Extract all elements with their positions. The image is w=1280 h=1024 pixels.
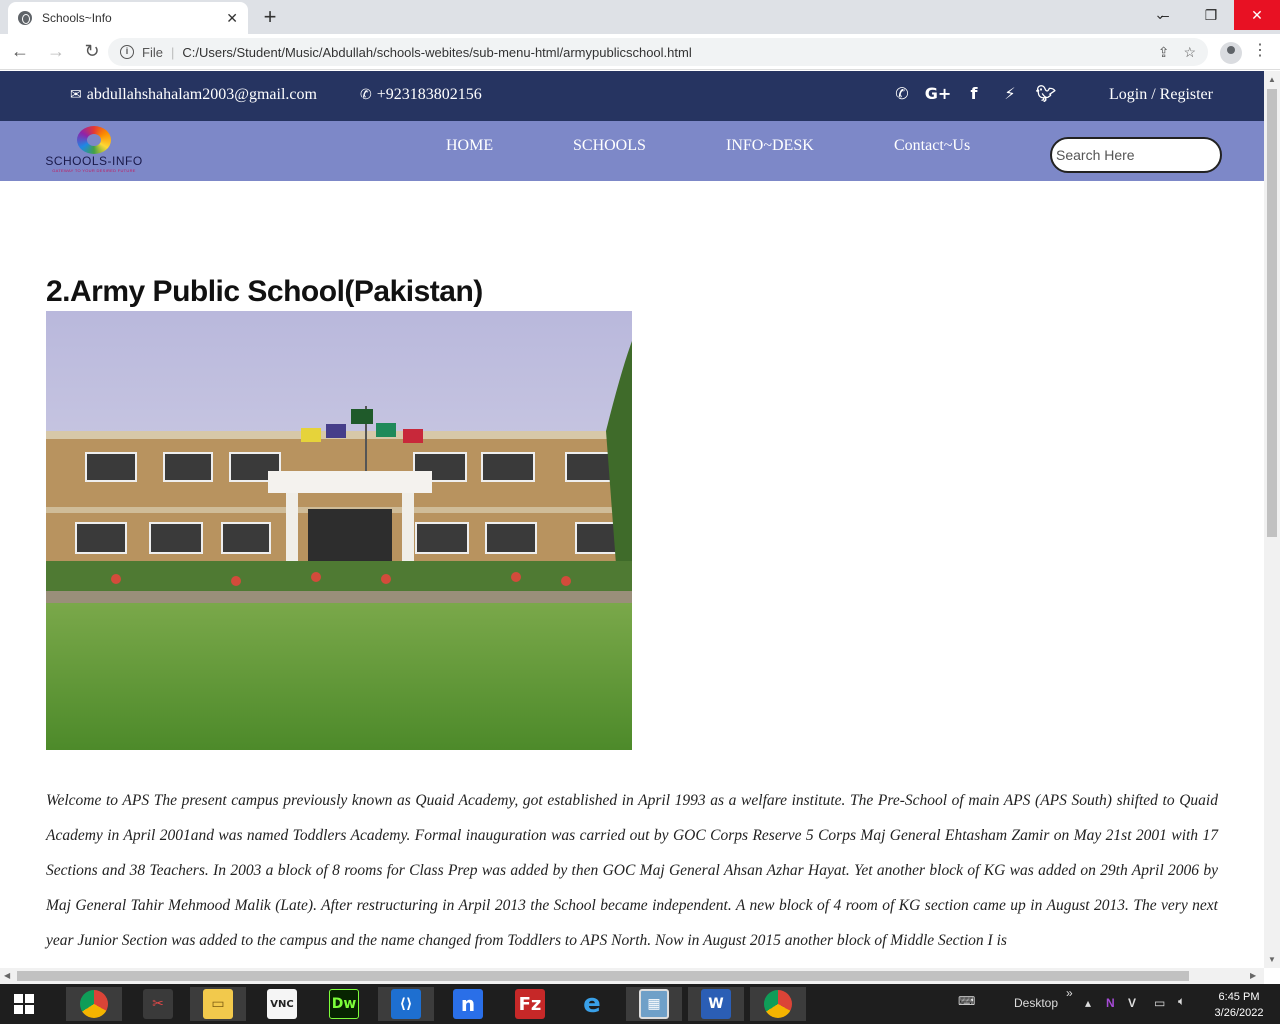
page-title: 2.Army Public School(Pakistan): [46, 275, 483, 308]
vertical-scrollbar[interactable]: ▲ ▼: [1264, 71, 1280, 968]
nimbus-icon: n: [453, 989, 483, 1019]
filezilla-icon: Fz: [515, 989, 545, 1019]
folder-icon: ▭: [203, 989, 233, 1019]
search-input[interactable]: [1050, 137, 1222, 173]
email-text: abdullahshahalam2003@gmail.com: [86, 86, 317, 103]
chrome-icon: [80, 990, 108, 1018]
clock-time: 6:45 PM: [1218, 991, 1260, 1003]
taskbar-file-explorer[interactable]: ▭: [190, 987, 246, 1021]
url-separator: |: [170, 44, 175, 60]
keyboard-icon[interactable]: ⌨: [958, 994, 975, 1008]
vscode-icon: ⟨⟩: [391, 989, 421, 1019]
phone-contact[interactable]: ✆ +923183802156: [360, 86, 482, 104]
browser-tab[interactable]: Schools~Info ✕: [8, 2, 248, 34]
contact-topbar: ✉ abdullahshahalam2003@gmail.com ✆ +9231…: [0, 71, 1264, 121]
scroll-up-arrow-icon[interactable]: ▲: [1268, 75, 1276, 84]
taskbar-vscode[interactable]: ⟨⟩: [378, 987, 434, 1021]
volume-icon[interactable]: 🔈︎: [1178, 994, 1185, 1009]
phone-icon: ✆: [360, 87, 372, 103]
vnc-icon: VNC: [267, 989, 297, 1019]
nav-contact-us[interactable]: Contact~Us: [894, 137, 970, 155]
site-logo[interactable]: SCHOOLS-INFO GATEWAY TO YOUR DESIRED FUT…: [36, 126, 152, 176]
onenote-icon[interactable]: N: [1106, 996, 1115, 1010]
horizontal-scrollbar[interactable]: ◀ ▶: [0, 968, 1264, 984]
browser-toolbar: ← → ↻ i File | C:/Users/Student/Music/Ab…: [0, 34, 1280, 70]
close-tab-icon[interactable]: ✕: [226, 10, 238, 27]
school-description: Welcome to APS The present campus previo…: [46, 792, 1218, 949]
forward-icon[interactable]: →: [40, 41, 72, 62]
email-contact[interactable]: ✉ abdullahshahalam2003@gmail.com: [70, 86, 317, 104]
nav-schools[interactable]: SCHOOLS: [573, 137, 646, 155]
viber-icon[interactable]: ✆: [884, 84, 920, 103]
window-controls: – ❐ ✕: [1142, 0, 1280, 30]
browser-menu-icon[interactable]: ⋮: [1252, 40, 1268, 60]
school-building-image: [46, 311, 632, 750]
url-text[interactable]: C:/Users/Student/Music/Abdullah/schools-…: [182, 45, 1143, 60]
tab-title: Schools~Info: [42, 11, 112, 25]
address-bar[interactable]: i File | C:/Users/Student/Music/Abdullah…: [108, 38, 1208, 66]
taskbar-dreamweaver[interactable]: Dw: [316, 987, 372, 1021]
desktop-toolbar-label[interactable]: Desktop: [1014, 996, 1058, 1010]
web-page: ✉ abdullahshahalam2003@gmail.com ✆ +9231…: [0, 71, 1264, 968]
google-plus-icon[interactable]: G+: [920, 84, 956, 103]
messenger-icon[interactable]: ⚡: [992, 84, 1028, 103]
horizontal-scroll-thumb[interactable]: [17, 971, 1189, 981]
scroll-left-arrow-icon[interactable]: ◀: [4, 971, 10, 980]
nav-home[interactable]: HOME: [446, 137, 493, 155]
windows-logo-icon: [14, 994, 34, 1014]
reload-icon[interactable]: ↻: [76, 41, 108, 62]
taskbar-snipping-tool[interactable]: ✂: [130, 987, 186, 1021]
browser-tab-strip: Schools~Info ✕ + ⌄ – ❐ ✕: [0, 0, 1280, 34]
new-tab-button[interactable]: +: [258, 4, 282, 30]
back-icon[interactable]: ←: [4, 41, 36, 62]
taskbar-chrome-2[interactable]: [750, 987, 806, 1021]
taskbar-vnc-viewer[interactable]: VNC: [254, 987, 310, 1021]
social-links: ✆ G+ f ⚡ 🐦︎: [884, 84, 1064, 103]
clock-date: 3/26/2022: [1214, 1007, 1264, 1019]
scroll-right-arrow-icon[interactable]: ▶: [1250, 971, 1256, 980]
system-clock[interactable]: 6:45 PM 3/26/2022: [1208, 989, 1270, 1021]
share-icon[interactable]: ⇪: [1158, 44, 1170, 61]
minimize-button[interactable]: –: [1142, 0, 1188, 30]
network-icon[interactable]: ▭: [1154, 996, 1165, 1010]
dreamweaver-icon: Dw: [329, 989, 359, 1019]
restore-button[interactable]: ❐: [1188, 0, 1234, 30]
internet-explorer-icon: e: [583, 989, 601, 1019]
chrome-icon: [764, 990, 792, 1018]
toolbar-expand-icon[interactable]: »: [1066, 986, 1073, 1000]
login-register-link[interactable]: Login / Register: [1109, 86, 1213, 104]
facebook-icon[interactable]: f: [956, 84, 992, 103]
url-scheme: File: [142, 44, 163, 60]
taskbar-word[interactable]: W: [688, 987, 744, 1021]
taskbar-chrome[interactable]: [66, 987, 122, 1021]
taskbar-nimbus[interactable]: n: [440, 987, 496, 1021]
info-icon[interactable]: i: [120, 45, 134, 59]
twitter-icon[interactable]: 🐦︎: [1028, 84, 1064, 103]
photos-icon: ▦: [639, 989, 669, 1019]
envelope-icon: ✉: [70, 87, 82, 103]
scroll-down-arrow-icon[interactable]: ▼: [1268, 955, 1276, 964]
bookmark-star-icon[interactable]: ☆: [1183, 44, 1196, 61]
logo-tagline: GATEWAY TO YOUR DESIRED FUTURE: [52, 168, 136, 173]
vertical-scroll-thumb[interactable]: [1267, 89, 1277, 537]
close-window-button[interactable]: ✕: [1234, 0, 1280, 30]
profile-avatar-icon[interactable]: [1220, 42, 1242, 64]
taskbar-photos[interactable]: ▦: [626, 987, 682, 1021]
phone-text: +923183802156: [376, 86, 482, 103]
nav-info-desk[interactable]: INFO~DESK: [726, 137, 814, 155]
tray-app-icon[interactable]: V: [1128, 996, 1136, 1010]
logo-mark-icon: [77, 126, 111, 154]
show-hidden-icons-icon[interactable]: ▴: [1085, 996, 1091, 1010]
taskbar-filezilla[interactable]: Fz: [502, 987, 558, 1021]
start-button[interactable]: [0, 984, 48, 1024]
logo-name: SCHOOLS-INFO: [45, 154, 143, 168]
taskbar-internet-explorer[interactable]: e: [564, 987, 620, 1021]
globe-icon: [18, 11, 32, 25]
word-icon: W: [701, 989, 731, 1019]
scissors-icon: ✂: [143, 989, 173, 1019]
main-navbar: SCHOOLS-INFO GATEWAY TO YOUR DESIRED FUT…: [0, 121, 1264, 181]
